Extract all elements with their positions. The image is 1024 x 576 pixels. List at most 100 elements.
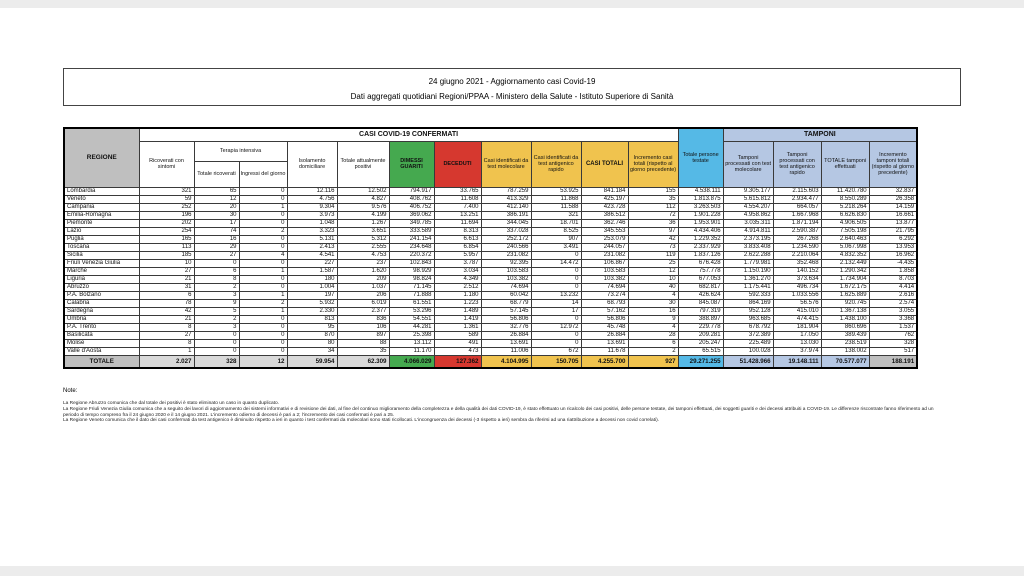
value-cell: 254 xyxy=(139,227,194,235)
value-cell: 103.583 xyxy=(581,267,628,275)
col-header-ricoverati-sintomi: Ricoverati con sintomi xyxy=(139,141,194,187)
value-cell: 333.589 xyxy=(389,227,434,235)
value-cell: 3.035.311 xyxy=(723,219,773,227)
value-cell: 6.626.830 xyxy=(821,211,869,219)
value-cell: 406.752 xyxy=(389,203,434,211)
value-cell: 241.154 xyxy=(389,235,434,243)
value-cell: 4.753 xyxy=(337,251,389,259)
value-cell: 1.620 xyxy=(337,267,389,275)
value-cell: 14.472 xyxy=(531,259,581,267)
col-header-ingressi-giorno: Ingressi del giorno xyxy=(239,161,287,187)
value-cell: 33.765 xyxy=(434,187,481,195)
value-cell: 8 xyxy=(139,323,194,331)
value-cell: 11.678 xyxy=(581,347,628,355)
total-value-cell: 4.104.995 xyxy=(481,355,531,368)
total-value-cell: 62.309 xyxy=(337,355,389,368)
value-cell: 5.067.998 xyxy=(821,243,869,251)
region-name-cell: Campania xyxy=(64,203,139,211)
value-cell: 12.972 xyxy=(531,323,581,331)
value-cell: 8.525 xyxy=(531,227,581,235)
value-cell: 860.696 xyxy=(821,323,869,331)
total-value-cell: 150.705 xyxy=(531,355,581,368)
title-box: 24 giugno 2021 - Aggiornamento casi Covi… xyxy=(63,68,961,106)
value-cell: 35 xyxy=(628,195,678,203)
value-cell: 1.953.901 xyxy=(678,219,723,227)
value-cell: 5 xyxy=(194,307,239,315)
value-cell: 589 xyxy=(434,331,481,339)
value-cell: 517 xyxy=(869,347,917,355)
value-cell: 9 xyxy=(194,299,239,307)
value-cell: 1.419 xyxy=(434,315,481,323)
value-cell: 206 xyxy=(337,291,389,299)
value-cell: 113 xyxy=(139,243,194,251)
value-cell: 4.958.862 xyxy=(723,211,773,219)
value-cell: 0 xyxy=(239,323,287,331)
value-cell: 61.551 xyxy=(389,299,434,307)
value-cell: 197 xyxy=(287,291,337,299)
value-cell: 18.701 xyxy=(531,219,581,227)
table-row: P.A. Bolzano63119720671.8881.18060.04213… xyxy=(64,291,917,299)
region-name-cell: P.A. Trento xyxy=(64,323,139,331)
region-name-cell: Lombardia xyxy=(64,187,139,195)
value-cell: 92.395 xyxy=(481,259,531,267)
value-cell: 12.116 xyxy=(287,187,337,195)
value-cell: 25 xyxy=(628,259,678,267)
value-cell: 678.792 xyxy=(723,323,773,331)
value-cell: 1.223 xyxy=(434,299,481,307)
value-cell: 180 xyxy=(287,275,337,283)
note-item: La Regione Friuli Venezia Giulia comunic… xyxy=(63,407,943,419)
value-cell: 10 xyxy=(139,259,194,267)
value-cell: 3.491 xyxy=(531,243,581,251)
value-cell: 2.512 xyxy=(434,283,481,291)
region-name-cell: Umbria xyxy=(64,315,139,323)
value-cell: 45.748 xyxy=(581,323,628,331)
value-cell: 1.901.228 xyxy=(678,211,723,219)
total-value-cell: 4.066.029 xyxy=(389,355,434,368)
value-cell: 0 xyxy=(531,251,581,259)
total-value-cell: 12 xyxy=(239,355,287,368)
value-cell: 34 xyxy=(287,347,337,355)
value-cell: 389.439 xyxy=(821,331,869,339)
value-cell: 98.929 xyxy=(389,267,434,275)
value-cell: 74.694 xyxy=(481,283,531,291)
value-cell: 757.778 xyxy=(678,267,723,275)
value-cell: 2.413 xyxy=(287,243,337,251)
value-cell: 345.553 xyxy=(581,227,628,235)
col-header-tamponi-antigenico: Tamponi processati con test antigenico r… xyxy=(773,141,821,187)
value-cell: 238.519 xyxy=(821,339,869,347)
value-cell: 65.515 xyxy=(678,347,723,355)
value-cell: 13.953 xyxy=(869,243,917,251)
value-cell: 362.746 xyxy=(581,219,628,227)
value-cell: 337.028 xyxy=(481,227,531,235)
region-name-cell: Sicilia xyxy=(64,251,139,259)
value-cell: 65 xyxy=(194,187,239,195)
value-cell: 1.361.270 xyxy=(723,275,773,283)
value-cell: 32.837 xyxy=(869,187,917,195)
col-header-persone-testate: Totale persone testate xyxy=(678,128,723,187)
total-value-cell: 29.271.255 xyxy=(678,355,723,368)
value-cell: 27 xyxy=(139,331,194,339)
table-row: Emilia-Romagna1963003.9734.199369.06213.… xyxy=(64,211,917,219)
value-cell: 57.162 xyxy=(581,307,628,315)
value-cell: 165 xyxy=(139,235,194,243)
value-cell: 231.082 xyxy=(481,251,531,259)
value-cell: 73 xyxy=(628,243,678,251)
value-cell: 2.640.463 xyxy=(821,235,869,243)
value-cell: 7.400 xyxy=(434,203,481,211)
value-cell: 6 xyxy=(139,291,194,299)
value-cell: 12 xyxy=(628,267,678,275)
value-cell: 6.019 xyxy=(337,299,389,307)
group-header-casi-confermati: CASI COVID-19 CONFERMATI xyxy=(139,128,678,141)
value-cell: 0 xyxy=(194,331,239,339)
table-row: Campania2522019.3049.576406.7527.400412.… xyxy=(64,203,917,211)
value-cell: 0 xyxy=(194,259,239,267)
value-cell: 56.576 xyxy=(773,299,821,307)
value-cell: 1.537 xyxy=(869,323,917,331)
total-value-cell: 328 xyxy=(194,355,239,368)
table-row: Lombardia32165012.11612.502794.91733.765… xyxy=(64,187,917,195)
value-cell: 352.468 xyxy=(773,259,821,267)
value-cell: 415.010 xyxy=(773,307,821,315)
table-row: Abruzzo31201.0041.03771.1452.51274.69407… xyxy=(64,283,917,291)
value-cell: 1.267 xyxy=(337,219,389,227)
value-cell: 2.377 xyxy=(337,307,389,315)
